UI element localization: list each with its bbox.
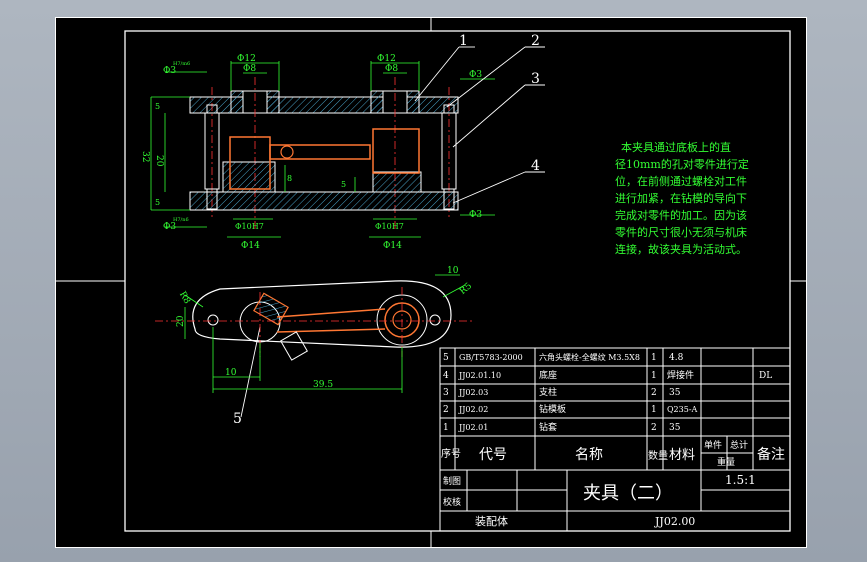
bom-cell-code: JJ02.02 <box>458 405 488 414</box>
bom-header-qty: 数量 <box>648 449 668 462</box>
dim-width-39.5: 39.5 <box>313 380 333 390</box>
dim-d3-bottom-right: Φ3 <box>469 210 482 220</box>
dim-fit-bottom-left: H7/n6 <box>173 217 189 223</box>
dim-height-32: 32 <box>140 151 150 162</box>
dim-d12-left: Φ12 <box>237 54 256 64</box>
label-checked-by: 校核 <box>443 496 461 508</box>
dim-d14-left: Φ14 <box>241 241 260 251</box>
drawing-number: JJ02.00 <box>654 515 695 528</box>
bom-row-3: 3 JJ02.03 支柱 2 35 <box>443 386 681 398</box>
dim-height-5c: 5 <box>341 180 346 189</box>
note-line-1: 本夹具通过底板上的直 <box>621 140 731 154</box>
balloon-2: 2 <box>531 33 540 49</box>
bom-header-total: 总计 <box>730 439 748 451</box>
bom-header-code: 代号 <box>479 447 507 463</box>
cad-drawing: Φ12 Φ8 Φ12 Φ8 Φ3 H7/m6 Φ3 Φ3 H7/n6 Φ3 Φ1… <box>55 17 807 548</box>
bom-cell-name: 钻模板 <box>539 403 566 415</box>
bom-cell-mat: 35 <box>669 388 681 398</box>
top-view: 20 10 39.5 10 R5 R8 <box>155 266 475 393</box>
bom-row-2: 2 JJ02.02 钻模板 1 Q235-A <box>443 403 698 415</box>
bom-cell-mat: 4.8 <box>669 353 684 363</box>
bom-cell-name: 底座 <box>539 369 557 381</box>
bom-cell-no: 3 <box>443 388 449 398</box>
balloon-3: 3 <box>531 71 540 87</box>
bom-header-weight: 重量 <box>717 456 735 468</box>
note-line-5: 完成对零件的加工。因为该 <box>615 208 747 222</box>
dim-d3-top-left: Φ3 <box>163 66 176 76</box>
dim-fit-top-left: H7/m6 <box>173 61 190 67</box>
locating-block-left <box>222 161 276 193</box>
bom-header-no: 序号 <box>441 447 461 460</box>
dim-r5: R5 <box>458 281 474 297</box>
dim-d8-right: Φ8 <box>385 64 398 74</box>
bom-cell-mat: Q235-A <box>667 405 698 414</box>
dim-d8-left: Φ8 <box>243 64 256 74</box>
dim-d14-right: Φ14 <box>383 241 402 251</box>
front-view: Φ12 Φ8 Φ12 Φ8 Φ3 H7/m6 Φ3 Φ3 H7/n6 Φ3 Φ1… <box>140 54 495 251</box>
bom-cell-no: 4 <box>443 371 449 381</box>
workpiece-arm <box>269 144 371 160</box>
note-line-7: 连接，故该夹具为活动式。 <box>615 242 747 256</box>
balloon-5: 5 <box>233 411 242 427</box>
bolt-head <box>280 331 308 361</box>
drawing-sheet: Φ12 Φ8 Φ12 Φ8 Φ3 H7/m6 Φ3 Φ3 H7/n6 Φ3 Φ1… <box>55 17 807 548</box>
dim-height-5a: 5 <box>155 102 160 111</box>
clamp-block <box>253 292 289 326</box>
label-assembly: 装配体 <box>475 514 508 528</box>
dim-d12-right: Φ12 <box>377 54 396 64</box>
base-plate <box>189 191 459 211</box>
drawing-scale: 1.5:1 <box>725 473 756 487</box>
bom-cell-code: JJ02.01 <box>458 423 488 432</box>
bom-cell-no: 5 <box>443 353 449 363</box>
bom-cell-no: 2 <box>443 405 449 415</box>
workpiece-hole <box>280 145 294 159</box>
workpiece-boss-right <box>372 128 420 174</box>
bom-row-4: 4 JJ02.01.10 底座 1 焊接件 DL <box>443 369 772 381</box>
dim-d10h7-right: Φ10H7 <box>375 222 404 231</box>
bom-cell-mat: 35 <box>669 423 681 433</box>
label-drawn-by: 制图 <box>443 475 461 487</box>
bom-header-note: 备注 <box>757 446 785 463</box>
dim-d3-bottom-left: Φ3 <box>163 222 176 232</box>
bom-header-name: 名称 <box>575 447 603 463</box>
bom-cell-name: 钻套 <box>539 421 557 433</box>
balloon-1: 1 <box>459 33 468 49</box>
locating-block-right <box>372 171 422 193</box>
dim-height-5b: 5 <box>155 198 160 207</box>
arm-outline <box>276 308 386 333</box>
bom-header-mat: 材料 <box>669 448 695 463</box>
dim-height-20: 20 <box>154 155 164 167</box>
bom-cell-no: 1 <box>443 423 449 433</box>
note-line-3: 位，在前侧通过螺栓对工件 <box>615 174 747 188</box>
bom-cell-code: JJ02.03 <box>458 388 488 397</box>
dim-height-8: 8 <box>287 174 292 183</box>
drawing-title: 夹具（二） <box>583 483 673 504</box>
note-line-4: 进行加紧，在钻模的导向下 <box>615 191 747 205</box>
mount-hole-left <box>207 314 219 326</box>
bom-row-1: 1 JJ02.01 钻套 2 35 <box>443 421 681 433</box>
dim-width-10: 10 <box>225 368 237 378</box>
bom-cell-qty: 1 <box>651 353 657 363</box>
mount-hole-right <box>429 314 441 326</box>
dim-d10h7-left: Φ10H7 <box>235 222 264 231</box>
note-line-6: 零件的尺寸很小无须与机床 <box>615 225 747 239</box>
balloon-4: 4 <box>531 158 540 174</box>
dim-r10: 10 <box>447 266 459 276</box>
bom-cell-qty: 2 <box>651 423 657 433</box>
bom-cell-qty: 2 <box>651 388 657 398</box>
bom-cell-code: GB/T5783-2000 <box>459 353 523 362</box>
bom-cell-mat: 焊接件 <box>667 369 694 381</box>
dim-width-20: 20 <box>176 315 186 327</box>
bom-cell-name: 六角头螺栓-全螺纹 M3.5X8 <box>539 352 640 362</box>
bom-cell-qty: 1 <box>651 405 657 415</box>
bom-cell-note: DL <box>759 371 772 381</box>
bom-cell-name: 支柱 <box>539 386 557 398</box>
bom-cell-code: JJ02.01.10 <box>458 371 501 380</box>
dim-d3-top-right: Φ3 <box>469 70 482 80</box>
dim-r8: R8 <box>177 290 192 306</box>
bom-header-single: 单件 <box>704 439 722 451</box>
bom-cell-qty: 1 <box>651 371 657 381</box>
technical-note: 本夹具通过底板上的直 径10mm的孔对零件进行定 位，在前侧通过螺栓对工件 进行… <box>615 140 749 256</box>
note-line-2: 径10mm的孔对零件进行定 <box>615 157 749 171</box>
